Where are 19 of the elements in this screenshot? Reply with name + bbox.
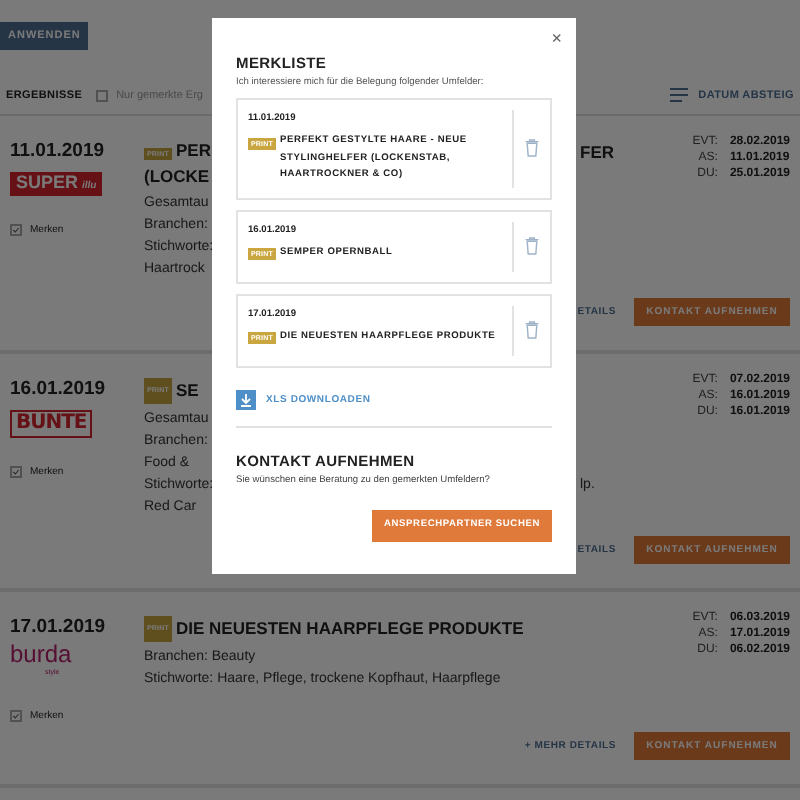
trash-icon[interactable] bbox=[524, 320, 540, 340]
checkbox[interactable] bbox=[96, 89, 109, 101]
result-title: DIE NEUESTEN HAARPFLEGE PRODUKTE bbox=[176, 618, 524, 640]
result-date: 16.01.2019 bbox=[10, 378, 106, 400]
checkbox[interactable] bbox=[10, 710, 22, 722]
result-title: PER bbox=[176, 140, 211, 160]
result-title: FER bbox=[580, 142, 614, 164]
trash-icon[interactable] bbox=[524, 138, 540, 159]
result-date: 11.01.2019 bbox=[10, 140, 105, 162]
magazine-logo: BUNTE bbox=[10, 410, 93, 438]
download-icon[interactable] bbox=[236, 389, 256, 409]
result-date: 17.01.2019 bbox=[10, 616, 106, 638]
result-title: (LOCKE bbox=[144, 166, 210, 188]
trash-icon[interactable] bbox=[524, 236, 540, 256]
checkbox[interactable] bbox=[10, 466, 22, 478]
sort-icon[interactable] bbox=[670, 88, 689, 102]
close-button[interactable]: × bbox=[551, 30, 562, 48]
checkbox[interactable] bbox=[10, 224, 22, 236]
result-title: SE bbox=[176, 380, 199, 402]
